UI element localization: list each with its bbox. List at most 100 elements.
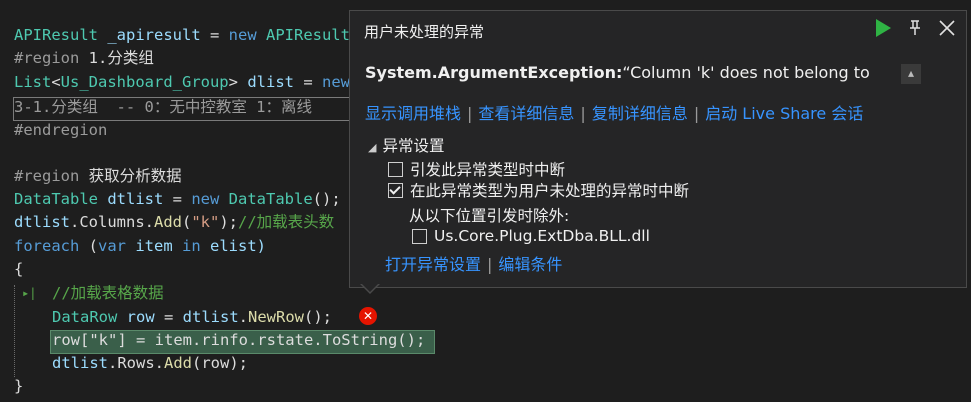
- section-title: 异常设置: [382, 137, 445, 155]
- token: {: [14, 260, 24, 278]
- token: DataTable: [14, 190, 108, 208]
- token: #region: [14, 49, 89, 67]
- popup-title: 用户未处理的异常: [364, 23, 485, 41]
- error-icon[interactable]: ✕: [359, 307, 377, 325]
- token: .: [238, 308, 248, 326]
- module-label: Us.Core.Plug.ExtDba.BLL.dll: [434, 227, 650, 245]
- code-line: #region 获取分析数据: [14, 165, 182, 188]
- exception-type: System.ArgumentException:: [365, 63, 623, 82]
- token: .Rows.: [108, 354, 164, 372]
- code-line-current: row["k"] = item.rinfo.rstate.ToString();: [52, 329, 425, 352]
- option-label: 引发此异常类型时中断: [410, 161, 566, 179]
- code-line: DataTable dtlist = new DataTable();: [14, 188, 341, 211]
- token: =: [163, 190, 192, 208]
- token: dtlist: [52, 354, 108, 372]
- token: //加载表格数据: [52, 284, 164, 302]
- token: dlist: [247, 73, 294, 91]
- bottom-links: 打开异常设置 | 编辑条件: [385, 251, 562, 275]
- module-exception-option[interactable]: Us.Core.Plug.ExtDba.BLL.dll: [412, 227, 650, 245]
- divider: |: [693, 104, 700, 123]
- option-break-when-thrown[interactable]: 引发此异常类型时中断: [388, 158, 565, 180]
- token: new: [322, 73, 350, 91]
- token: "k": [191, 213, 220, 231]
- edit-conditions-link[interactable]: 编辑条件: [498, 255, 562, 274]
- code-line: foreach (var item in elist): [14, 235, 266, 258]
- exception-text: System.ArgumentException:“Column 'k' doe…: [365, 63, 870, 82]
- code-line: #region 1.分类组: [14, 47, 154, 70]
- token: ();: [304, 308, 332, 326]
- token: foreach: [14, 237, 80, 255]
- token: dtlist: [14, 213, 70, 231]
- token: dtlist: [107, 190, 164, 208]
- token: new: [228, 26, 257, 44]
- exception-settings-header[interactable]: ◢ 异常设置: [368, 134, 444, 156]
- code-line: DataRow row = dtlist.NewRow();: [52, 306, 332, 329]
- token: item: [126, 237, 182, 255]
- except-label: 从以下位置引发时除外:: [409, 207, 570, 225]
- exception-message: “Column 'k' does not belong to: [622, 63, 870, 82]
- token: APIResult: [256, 26, 350, 44]
- exception-popup: 用户未处理的异常 System.ArgumentException:“Colum…: [349, 10, 967, 288]
- token: Us_Dashboard_Group: [60, 73, 229, 91]
- token: NewRow: [248, 308, 304, 326]
- token: <: [51, 73, 61, 91]
- open-exception-settings-link[interactable]: 打开异常设置: [385, 255, 481, 274]
- close-icon[interactable]: [938, 19, 956, 37]
- step-arrow-icon: ▸|: [22, 286, 37, 300]
- collapse-triangle-icon[interactable]: ◢: [368, 141, 376, 154]
- popup-pointer-inner: [361, 283, 379, 292]
- code-line: APIResult _apiresult = new APIResult: [14, 24, 350, 47]
- token: _apiresult: [107, 26, 201, 44]
- checkbox[interactable]: [412, 228, 427, 244]
- code-line: }: [14, 375, 23, 398]
- option-label: 在此异常类型为用户未处理的异常时中断: [410, 182, 690, 200]
- token: Add: [164, 354, 192, 372]
- code-line: dtlist.Rows.Add(row);: [52, 352, 248, 375]
- token: in: [182, 237, 201, 255]
- continue-play-icon[interactable]: [874, 19, 892, 37]
- token: row: [126, 308, 155, 326]
- token: }: [14, 377, 24, 395]
- divider: |: [580, 104, 586, 123]
- token: List: [14, 73, 52, 91]
- token: dtlist: [182, 308, 239, 326]
- token: (row);: [192, 354, 248, 372]
- scroll-arrow-icon[interactable]: ▴: [901, 64, 921, 84]
- divider: |: [467, 104, 473, 123]
- token: 1.分类组: [88, 49, 154, 67]
- checkbox[interactable]: [388, 161, 403, 177]
- token: ();: [312, 190, 341, 208]
- token: #endregion: [14, 121, 108, 139]
- token: //加载表头数: [238, 213, 335, 231]
- token: DataRow: [52, 308, 127, 326]
- view-details-link[interactable]: 查看详细信息: [478, 104, 574, 123]
- divider: |: [487, 255, 493, 274]
- copy-details-link[interactable]: 复制详细信息: [592, 104, 688, 123]
- action-links: 显示调用堆栈 | 查看详细信息 | 复制详细信息 | 启动 Live Share 会话: [365, 100, 863, 124]
- code-line: //加载表格数据: [52, 282, 164, 305]
- code-line: #endregion: [14, 119, 107, 142]
- token: Add: [154, 213, 182, 231]
- option-break-when-unhandled[interactable]: 在此异常类型为用户未处理的异常时中断: [388, 179, 689, 201]
- live-share-link[interactable]: 启动 Live Share 会话: [705, 104, 863, 123]
- token: 获取分析数据: [88, 167, 182, 185]
- token: elist): [200, 237, 266, 255]
- indent-guide: [14, 285, 17, 377]
- token: var: [98, 237, 126, 255]
- code-line: {: [14, 258, 23, 281]
- checkbox-checked[interactable]: [388, 182, 403, 198]
- token: 3-1.分类组 -- 0：无中控教室 1：离线: [14, 98, 312, 116]
- token: =: [294, 73, 322, 91]
- token: APIResult: [14, 26, 108, 44]
- token: (: [79, 237, 98, 255]
- token: DataTable: [219, 190, 313, 208]
- token: =: [200, 26, 229, 44]
- pin-icon[interactable]: [906, 19, 924, 37]
- token: row["k"] = item.rinfo.rstate.ToString();: [52, 331, 426, 349]
- code-line: 3-1.分类组 -- 0：无中控教室 1：离线: [14, 96, 312, 119]
- show-call-stack-link[interactable]: 显示调用堆栈: [365, 104, 461, 123]
- token: >: [228, 73, 248, 91]
- popup-actions: [874, 19, 956, 37]
- code-line: dtlist.Columns.Add("k");//加载表头数: [14, 211, 334, 234]
- token: );: [219, 213, 239, 231]
